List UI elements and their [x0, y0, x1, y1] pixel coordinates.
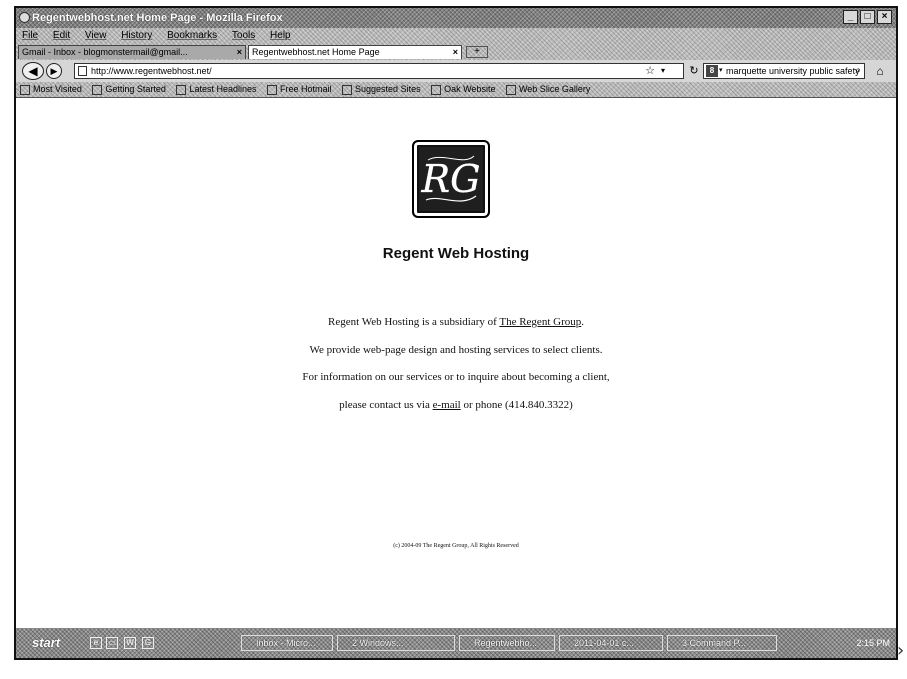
browser-window: Regentwebhost.net Home Page - Mozilla Fi…: [14, 6, 898, 660]
windows-taskbar: start e ▭ W G Inbox - Micro... 2 Windows…: [16, 628, 896, 658]
maximize-button[interactable]: □: [860, 10, 875, 24]
chevron-down-icon: ▾: [719, 67, 723, 74]
tab-regentwebhost-label: Regentwebhost.net Home Page: [252, 47, 380, 57]
bookmark-label: Suggested Sites: [355, 84, 421, 94]
menu-edit[interactable]: Edit: [53, 30, 70, 41]
menu-bookmarks[interactable]: Bookmarks: [167, 30, 217, 41]
reload-button[interactable]: ↻: [687, 63, 701, 79]
bookmark-suggested-sites[interactable]: Suggested Sites: [342, 82, 421, 97]
intro-text: Regent Web Hosting is a subsidiary of: [328, 316, 500, 328]
bookmark-free-hotmail[interactable]: Free Hotmail: [267, 82, 332, 97]
info-line: For information on our services or to in…: [302, 371, 610, 383]
close-tab-icon[interactable]: ×: [453, 46, 458, 59]
clock: 2:15 PM: [856, 638, 890, 648]
logo-monogram: RG: [421, 157, 481, 201]
search-icon[interactable]: ⌕: [855, 64, 861, 78]
bookmark-oak-website[interactable]: Oak Website: [431, 82, 495, 97]
bookmark-page-icon: [267, 84, 277, 95]
bookmark-most-visited[interactable]: Most Visited: [20, 82, 82, 97]
system-tray: 2:15 PM: [813, 635, 893, 651]
menu-file[interactable]: File: [22, 30, 38, 41]
quicklaunch-desktop-icon[interactable]: ▭: [106, 637, 118, 649]
intro-period: .: [581, 316, 584, 328]
page-content: RG Regent Web Hosting Regent Web Hosting…: [16, 98, 896, 630]
tab-regentwebhost[interactable]: Regentwebhost.net Home Page ×: [248, 45, 462, 59]
bookmark-web-slice-gallery[interactable]: Web Slice Gallery: [505, 82, 591, 97]
back-button[interactable]: ◀: [22, 62, 44, 80]
bookmark-label: Latest Headlines: [189, 84, 257, 94]
page-title: Regent Web Hosting: [382, 245, 530, 262]
bookmarks-toolbar: Most Visited Getting Started Latest Head…: [16, 82, 896, 98]
url-text: http://www.regentwebhost.net/: [91, 66, 212, 76]
rg-monogram-icon: RG: [420, 155, 481, 202]
regent-group-link[interactable]: The Regent Group: [499, 316, 581, 328]
close-tab-icon[interactable]: ×: [237, 46, 242, 59]
forward-button[interactable]: ▶: [46, 63, 62, 79]
firefox-icon: [19, 12, 30, 23]
start-label: start: [32, 635, 61, 650]
copyright-notice: (c) 2004-09 The Regent Group, All Rights…: [393, 543, 519, 549]
bookmark-label: Free Hotmail: [280, 84, 332, 94]
reload-icon: ↻: [689, 65, 699, 77]
quicklaunch-ie-icon[interactable]: e: [90, 637, 102, 649]
back-arrow-icon: ◀: [28, 64, 38, 78]
start-button[interactable]: start: [18, 634, 78, 652]
menu-history[interactable]: History: [121, 30, 152, 41]
menu-help[interactable]: Help: [270, 30, 291, 41]
contact-prefix: please contact us via: [339, 399, 433, 411]
contact-line: please contact us via e-mail or phone (4…: [16, 399, 896, 411]
quicklaunch-app-icon[interactable]: G: [142, 637, 154, 649]
contact-phone: or phone (414.840.3322): [460, 399, 573, 411]
tab-gmail[interactable]: Gmail - Inbox - blogmonstermail@gmail...…: [18, 45, 246, 59]
page-icon: [78, 66, 87, 76]
bookmark-page-icon: [431, 84, 442, 95]
taskbar-button-document[interactable]: 2011-04-01 c...: [559, 635, 663, 651]
bookmark-getting-started[interactable]: Getting Started: [92, 82, 166, 97]
search-text: marquette university public safety: [726, 66, 860, 76]
window-controls: _ □ ×: [843, 10, 892, 24]
window-title: Regentwebhost.net Home Page - Mozilla Fi…: [32, 12, 283, 24]
bookmark-label: Oak Website: [444, 84, 496, 94]
bookmark-label: Getting Started: [105, 84, 166, 94]
intro-line: Regent Web Hosting is a subsidiary of Th…: [16, 316, 896, 328]
bookmark-star-icon[interactable]: ☆: [645, 64, 655, 78]
email-link[interactable]: e-mail: [433, 399, 461, 411]
search-box[interactable]: 8 ▾ marquette university public safety ⌕: [703, 63, 865, 79]
bookmark-label: Most Visited: [33, 84, 82, 94]
bookmark-page-icon: [342, 84, 353, 95]
taskbar-button-command[interactable]: 3 Command P...: [667, 635, 777, 651]
bookmark-page-icon: [505, 84, 516, 95]
regent-logo: RG: [412, 140, 490, 218]
tab-gmail-label: Gmail - Inbox - blogmonstermail@gmail...: [22, 47, 188, 57]
search-engine-icon[interactable]: 8: [706, 65, 718, 77]
url-dropdown-icon[interactable]: ▾: [661, 64, 665, 78]
taskbar-button-regentwebhost[interactable]: Regentwebho...: [459, 635, 555, 651]
taskbar-button-windows[interactable]: 2 Windows...: [337, 635, 455, 651]
tab-bar: Gmail - Inbox - blogmonstermail@gmail...…: [16, 43, 896, 60]
page-edge-arrow-icon: ›: [897, 640, 905, 661]
bookmark-folder-icon: [20, 84, 30, 95]
title-bar: Regentwebhost.net Home Page - Mozilla Fi…: [16, 8, 896, 28]
menu-tools[interactable]: Tools: [232, 30, 255, 41]
menu-view[interactable]: View: [85, 30, 107, 41]
forward-arrow-icon: ▶: [50, 66, 58, 76]
home-button[interactable]: ⌂: [869, 63, 891, 79]
menu-bar: File Edit View History Bookmarks Tools H…: [16, 28, 896, 43]
rss-icon: [176, 84, 187, 95]
new-tab-button[interactable]: +: [466, 46, 488, 58]
taskbar-button-inbox[interactable]: Inbox - Micro...: [241, 635, 333, 651]
minimize-button[interactable]: _: [843, 10, 858, 24]
bookmark-page-icon: [92, 84, 103, 95]
navigation-toolbar: ◀ ▶ http://www.regentwebhost.net/ ☆ ▾ ↻ …: [16, 60, 896, 82]
close-button[interactable]: ×: [877, 10, 892, 24]
quicklaunch-word-icon[interactable]: W: [124, 637, 136, 649]
url-bar[interactable]: http://www.regentwebhost.net/ ☆ ▾: [74, 63, 684, 79]
home-icon: ⌂: [876, 64, 884, 78]
bookmark-label: Web Slice Gallery: [518, 84, 591, 94]
services-line: We provide web-page design and hosting s…: [309, 344, 603, 356]
bookmark-latest-headlines[interactable]: Latest Headlines: [176, 82, 256, 97]
